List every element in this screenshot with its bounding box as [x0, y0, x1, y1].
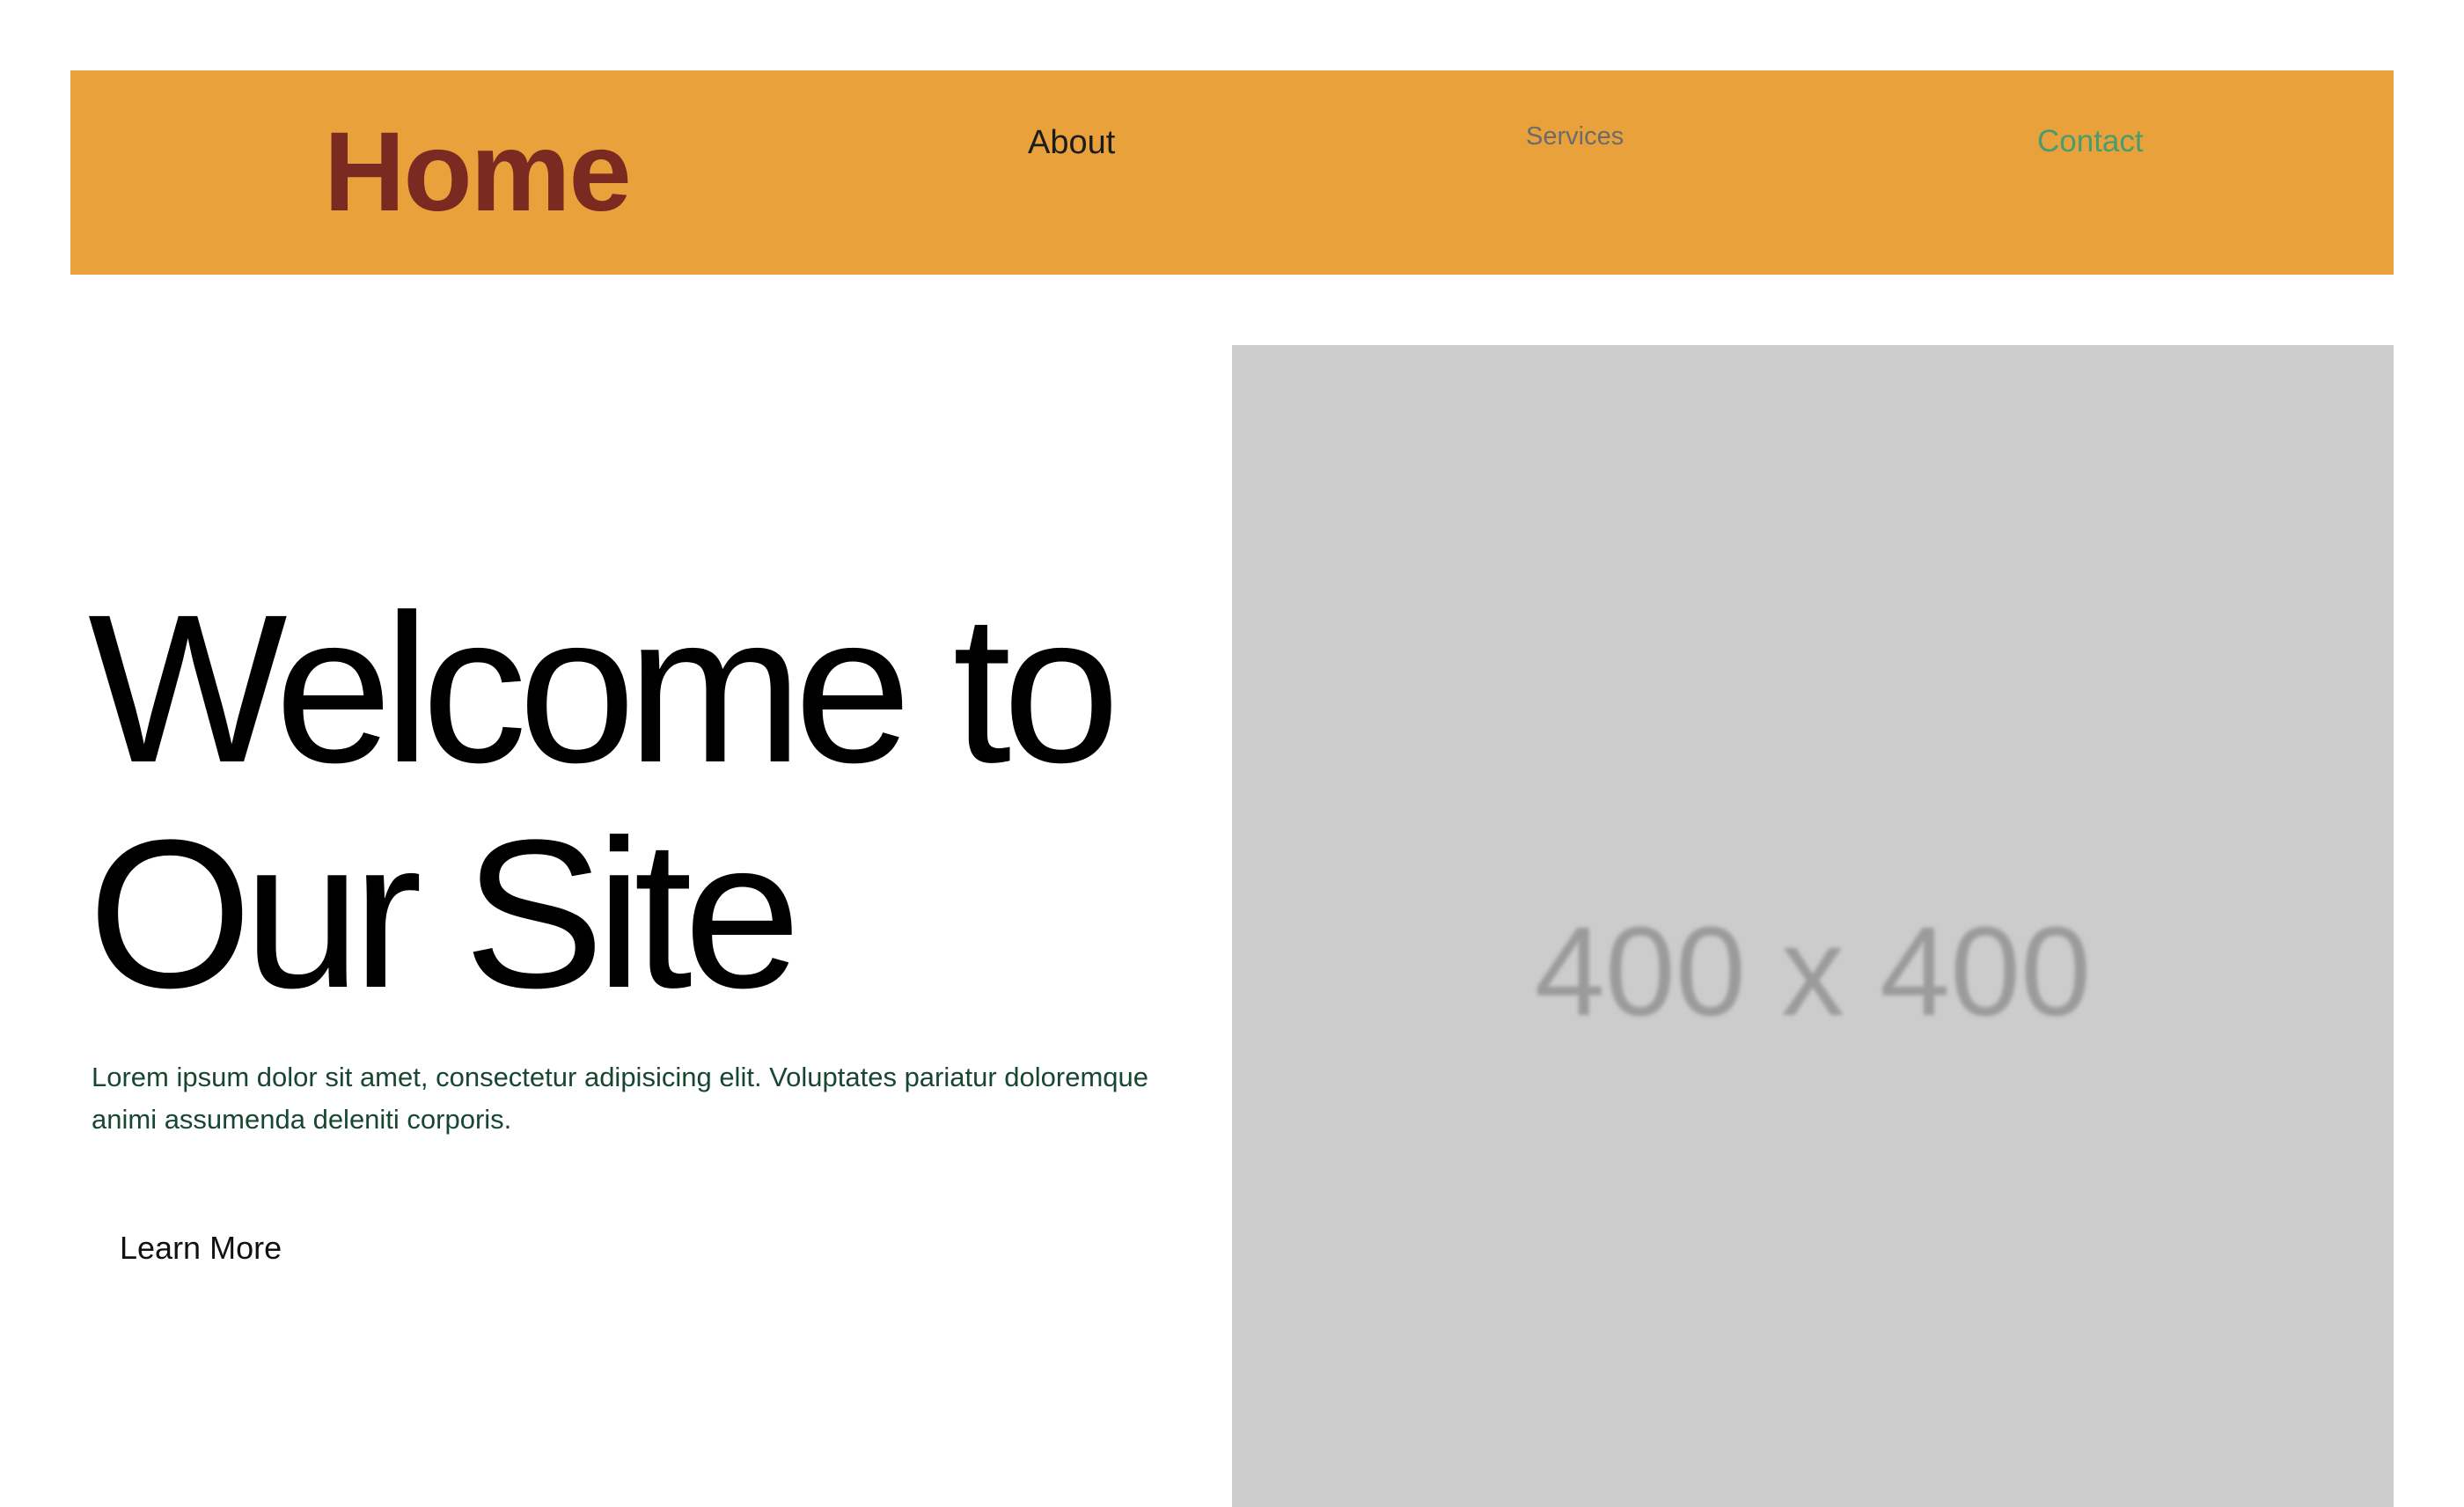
nav-services-link[interactable]: Services [1526, 121, 1624, 152]
nav-about-link[interactable]: About [1028, 123, 1115, 164]
hero-description: Lorem ipsum dolor sit amet, consectetur … [92, 1062, 1149, 1135]
hero-title-line-1: Welcome to [88, 570, 1120, 806]
nav-contact-link[interactable]: Contact [2037, 123, 2144, 160]
hero-title: Welcome to Our Site [88, 576, 1232, 1026]
hero-title-line-2: Our Site [88, 796, 801, 1032]
learn-more-button[interactable]: Learn More [93, 1218, 308, 1277]
hero-image-placeholder: 400 x 400 [1232, 345, 2394, 1507]
nav-home-link[interactable]: Home [324, 116, 632, 229]
main-nav: Home About Services Contact [70, 70, 2394, 275]
placeholder-dimensions-label: 400 x 400 [1534, 901, 2092, 1042]
